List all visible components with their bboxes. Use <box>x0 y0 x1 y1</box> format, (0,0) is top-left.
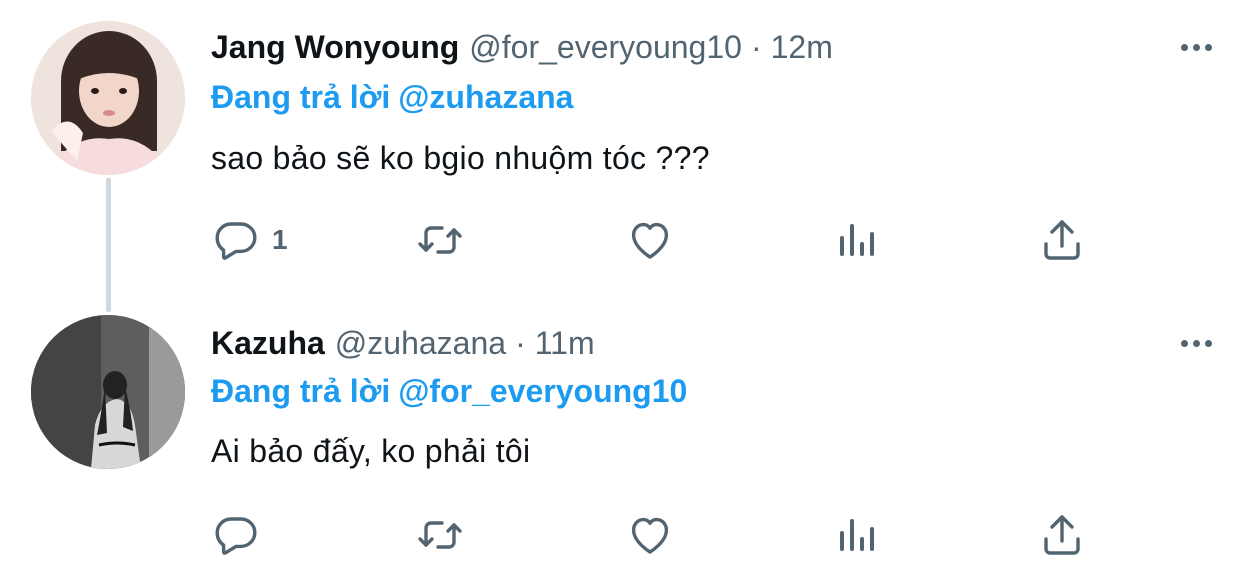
more-dots-icon <box>1205 339 1212 347</box>
display-name[interactable]: Jang Wonyoung <box>211 25 459 69</box>
tweet-actions <box>0 510 1242 560</box>
tweet-item[interactable]: Jang Wonyoung @for_everyoung10 · 12m Đan… <box>0 0 1242 300</box>
replying-to-handle-link[interactable]: @zuhazana <box>398 79 573 115</box>
share-button[interactable] <box>1038 215 1086 265</box>
retweet-button[interactable] <box>416 510 464 560</box>
tweet-header: Kazuha @zuhazana · 11m <box>211 321 595 365</box>
replying-to: Đang trả lời @for_everyoung10 <box>211 369 687 413</box>
user-handle[interactable]: @zuhazana <box>335 321 506 365</box>
avatar[interactable] <box>31 315 185 469</box>
replying-to-label: Đang trả lời <box>211 373 391 409</box>
retweet-icon <box>416 511 464 559</box>
views-bar-chart-icon <box>832 216 880 264</box>
share-button[interactable] <box>1038 510 1086 560</box>
avatar[interactable] <box>31 21 185 175</box>
more-options-button[interactable] <box>1181 321 1212 365</box>
reply-button[interactable] <box>212 510 272 560</box>
header-separator: · <box>515 325 526 361</box>
views-bar-chart-icon <box>832 511 880 559</box>
tweet-timestamp[interactable]: 12m <box>771 25 833 69</box>
more-dots-icon <box>1193 43 1200 51</box>
header-separator: · <box>750 29 762 65</box>
more-dots-icon <box>1181 339 1188 347</box>
retweet-icon <box>416 216 464 264</box>
display-name[interactable]: Kazuha <box>211 321 325 365</box>
share-upload-icon <box>1038 216 1086 264</box>
replying-to: Đang trả lời @zuhazana <box>211 75 573 119</box>
reply-bubble-icon <box>212 216 260 264</box>
avatar-photo-icon <box>31 21 185 175</box>
like-button[interactable] <box>626 510 674 560</box>
replying-to-handle-link[interactable]: @for_everyoung10 <box>398 373 687 409</box>
more-dots-icon <box>1205 43 1212 51</box>
more-dots-icon <box>1181 43 1188 51</box>
tweet-item[interactable]: Kazuha @zuhazana · 11m Đang trả lời @for_… <box>0 300 1242 581</box>
retweet-button[interactable] <box>416 215 464 265</box>
share-upload-icon <box>1038 511 1086 559</box>
reply-bubble-icon <box>212 511 260 559</box>
heart-icon <box>626 216 674 264</box>
like-button[interactable] <box>626 215 674 265</box>
replying-to-label: Đang trả lời <box>211 79 391 115</box>
reply-button[interactable]: 1 <box>212 215 288 265</box>
more-options-button[interactable] <box>1181 25 1212 69</box>
more-dots-icon <box>1193 339 1200 347</box>
heart-icon <box>626 511 674 559</box>
tweet-timestamp[interactable]: 11m <box>535 321 595 365</box>
tweet-header: Jang Wonyoung @for_everyoung10 · 12m <box>211 25 833 69</box>
views-button[interactable] <box>832 215 880 265</box>
avatar-photo-icon <box>31 315 185 469</box>
user-handle[interactable]: @for_everyoung10 <box>469 25 742 69</box>
reply-count: 1 <box>272 224 288 255</box>
views-button[interactable] <box>832 510 880 560</box>
tweet-actions: 1 <box>0 215 1242 265</box>
tweet-text: sao bảo sẽ ko bgio nhuộm tóc ??? <box>211 140 710 176</box>
tweet-text: Ai bảo đấy, ko phải tôi <box>211 433 531 469</box>
